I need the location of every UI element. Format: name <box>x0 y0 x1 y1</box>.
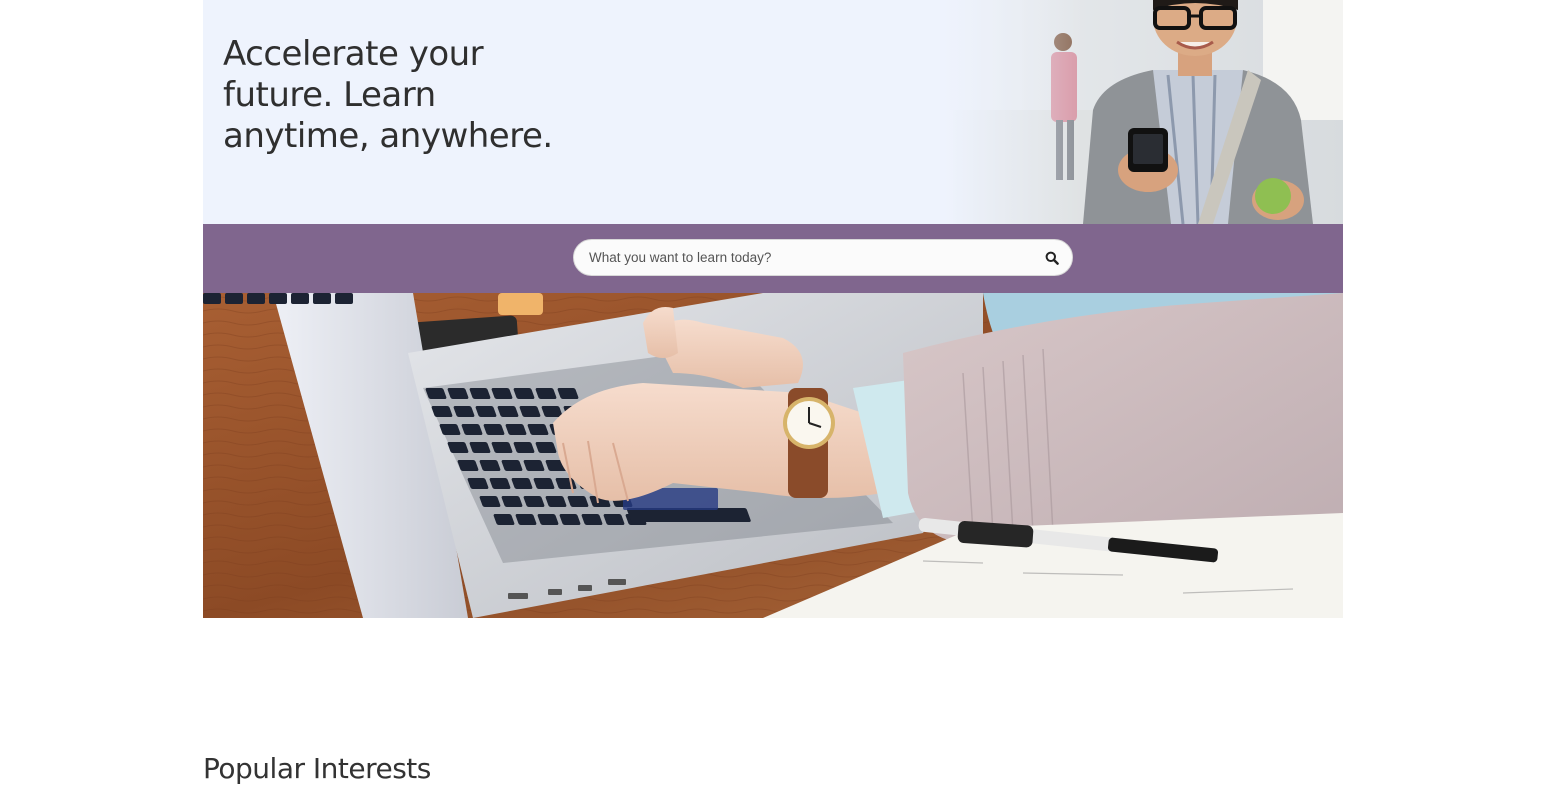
hero-student-photo <box>943 0 1343 224</box>
search-band <box>203 224 1343 293</box>
search-box <box>573 239 1073 276</box>
hero-section: Accelerate your future. Learn anytime, a… <box>203 0 1343 224</box>
laptop-typing-image <box>203 293 1343 618</box>
search-icon <box>1045 251 1059 265</box>
laptop-banner-photo <box>203 293 1343 618</box>
hero-headline: Accelerate your future. Learn anytime, a… <box>223 34 553 156</box>
popular-interests-heading: Popular Interests <box>203 752 431 785</box>
search-input[interactable] <box>574 240 1032 275</box>
search-button[interactable] <box>1032 240 1072 275</box>
